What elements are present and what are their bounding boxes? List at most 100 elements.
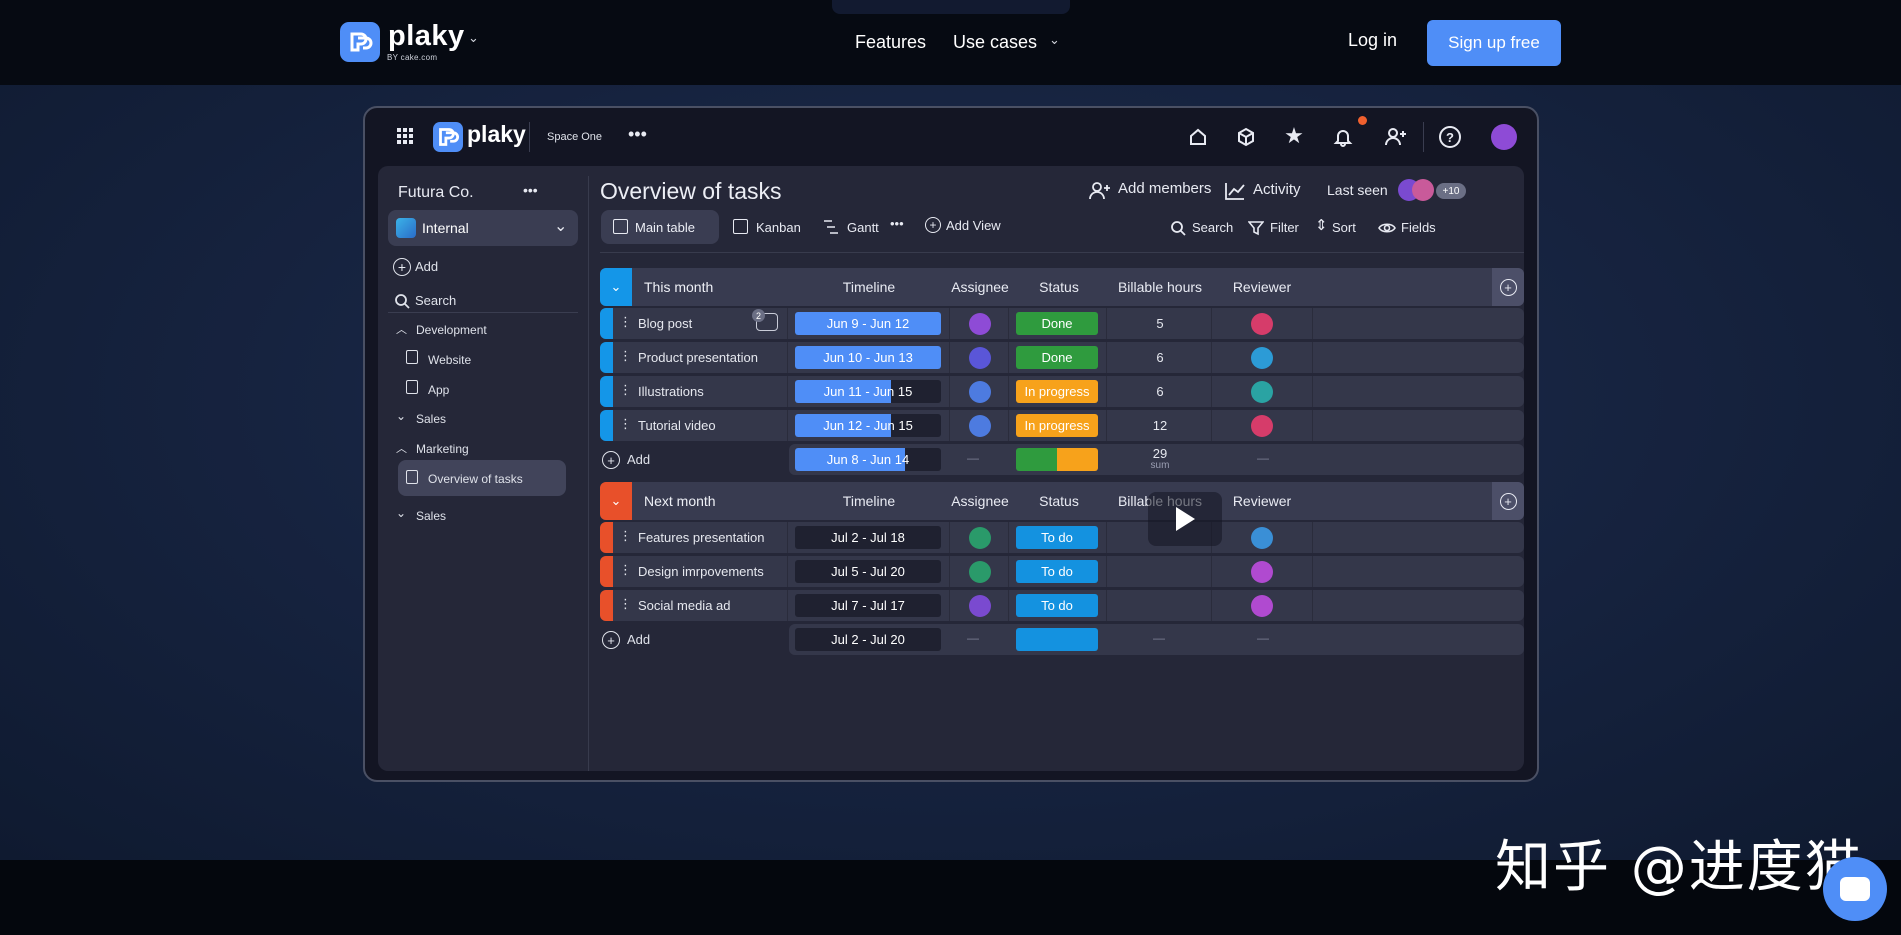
chevron-up-icon[interactable]: ︿ <box>396 440 407 456</box>
add-circle-icon[interactable]: + <box>925 217 941 233</box>
sort-icon[interactable]: ⇕ <box>1315 216 1328 234</box>
group-name[interactable]: This month <box>644 279 713 295</box>
add-view-button[interactable]: Add View <box>946 218 1001 233</box>
timeline-cell[interactable]: Jun 10 - Jun 13 <box>795 346 941 369</box>
assignee-avatar[interactable] <box>969 527 991 549</box>
table-row[interactable]: ⋮ Illustrations Jun 11 - Jun 15 In progress… <box>600 376 1524 407</box>
chevron-down-icon[interactable]: ⌄ <box>600 482 632 520</box>
brand-wordmark[interactable]: plaky <box>388 20 465 53</box>
reviewer-avatar[interactable] <box>1251 347 1273 369</box>
table-row[interactable]: ⋮ Features presentation Jul 2 - Jul 18 To d… <box>600 522 1524 553</box>
billable-hours-value[interactable]: 6 <box>1108 350 1212 365</box>
chevron-down-icon[interactable]: ⌄ <box>396 506 406 520</box>
nav-use-cases-link[interactable]: Use cases <box>953 32 1037 53</box>
space-name[interactable]: Space One <box>547 131 602 143</box>
timeline-cell[interactable]: Jun 11 - Jun 15 <box>795 380 941 403</box>
assignee-avatar[interactable] <box>969 313 991 335</box>
add-circle-icon[interactable]: + <box>602 631 620 649</box>
login-link[interactable]: Log in <box>1348 30 1397 51</box>
assignee-avatar[interactable] <box>969 595 991 617</box>
sidebar-search[interactable]: Search <box>415 293 456 308</box>
task-name[interactable]: Illustrations <box>638 384 704 399</box>
column-header-assignee[interactable]: Assignee <box>950 493 1010 509</box>
app-logo-icon[interactable] <box>433 122 463 152</box>
plaky-logo-icon[interactable] <box>340 22 380 62</box>
chevron-down-icon[interactable]: ⌄ <box>1049 32 1060 48</box>
chevron-down-icon[interactable]: ⌄ <box>600 268 632 306</box>
column-header-timeline[interactable]: Timeline <box>788 279 950 295</box>
add-column-button[interactable]: + <box>1492 268 1524 306</box>
star-icon[interactable]: ★ <box>1283 123 1305 148</box>
chevron-down-icon[interactable]: ⌄ <box>468 30 479 46</box>
search-icon[interactable] <box>393 292 411 310</box>
assignee-avatar[interactable] <box>969 561 991 583</box>
column-header-timeline[interactable]: Timeline <box>788 493 950 509</box>
apps-grid-icon[interactable] <box>395 126 415 146</box>
search-button[interactable]: Search <box>1192 220 1233 235</box>
status-badge[interactable]: Done <box>1016 312 1098 335</box>
timeline-cell[interactable]: Jul 7 - Jul 17 <box>795 594 941 617</box>
task-name[interactable]: Product presentation <box>638 350 758 365</box>
assignee-avatar[interactable] <box>969 381 991 403</box>
workspace-more-icon[interactable]: ••• <box>523 182 538 198</box>
filter-icon[interactable] <box>1247 219 1265 237</box>
sidebar-item-sales[interactable]: Sales <box>416 412 446 426</box>
status-badge[interactable]: To do <box>1016 594 1098 617</box>
assignee-avatar[interactable] <box>969 415 991 437</box>
table-row[interactable]: ⋮ Design imrpovements Jul 5 - Jul 20 To do <box>600 556 1524 587</box>
column-header-status[interactable]: Status <box>1010 493 1108 509</box>
task-name[interactable]: Features presentation <box>638 530 764 545</box>
eye-icon[interactable] <box>1378 219 1396 237</box>
timeline-cell[interactable]: Jun 9 - Jun 12 <box>795 312 941 335</box>
drag-handle-icon[interactable]: ⋮ <box>619 596 632 612</box>
timeline-cell[interactable]: Jun 12 - Jun 15 <box>795 414 941 437</box>
fields-button[interactable]: Fields <box>1401 220 1436 235</box>
more-members-badge[interactable]: +10 <box>1436 183 1466 199</box>
status-badge[interactable]: In progress <box>1016 380 1098 403</box>
more-icon[interactable]: ••• <box>890 216 904 231</box>
add-task-button[interactable]: Add <box>627 632 650 647</box>
chat-button[interactable] <box>1823 857 1887 921</box>
activity-chart-icon[interactable] <box>1223 180 1247 202</box>
sidebar-item-overview-of-tasks[interactable]: Overview of tasks <box>398 460 566 496</box>
task-name[interactable]: Blog post <box>638 316 692 331</box>
table-row[interactable]: ⋮ Social media ad Jul 7 - Jul 17 To do <box>600 590 1524 621</box>
reviewer-avatar[interactable] <box>1251 313 1273 335</box>
help-icon[interactable]: ? <box>1439 126 1461 148</box>
chevron-down-icon[interactable]: ⌄ <box>396 409 406 423</box>
reviewer-avatar[interactable] <box>1251 561 1273 583</box>
drag-handle-icon[interactable]: ⋮ <box>619 416 632 432</box>
add-column-button[interactable]: + <box>1492 482 1524 520</box>
drag-handle-icon[interactable]: ⋮ <box>619 382 632 398</box>
bell-icon[interactable] <box>1332 126 1354 148</box>
timeline-cell[interactable]: Jul 5 - Jul 20 <box>795 560 941 583</box>
add-user-icon[interactable] <box>1088 180 1112 202</box>
workspace-name[interactable]: Futura Co. <box>398 184 474 202</box>
status-badge[interactable]: Done <box>1016 346 1098 369</box>
activity-button[interactable]: Activity <box>1253 181 1301 198</box>
add-members-button[interactable]: Add members <box>1118 180 1211 197</box>
avatar[interactable] <box>1412 179 1434 201</box>
workspace-dropdown[interactable]: Internal ⌄ <box>388 210 578 246</box>
more-icon[interactable]: ••• <box>628 124 647 145</box>
task-name[interactable]: Design imrpovements <box>638 564 764 579</box>
gantt-icon[interactable] <box>822 218 840 236</box>
column-header-reviewer[interactable]: Reviewer <box>1212 493 1312 509</box>
drag-handle-icon[interactable]: ⋮ <box>619 314 632 330</box>
search-icon[interactable] <box>1169 219 1187 237</box>
tab-main-table[interactable]: Main table <box>601 210 719 244</box>
add-circle-icon[interactable]: + <box>602 451 620 469</box>
table-row[interactable]: ⋮ Product presentation Jun 10 - Jun 13 Done… <box>600 342 1524 373</box>
add-task-button[interactable]: Add <box>627 452 650 467</box>
task-name[interactable]: Social media ad <box>638 598 731 613</box>
group-name[interactable]: Next month <box>644 493 716 509</box>
column-header-reviewer[interactable]: Reviewer <box>1212 279 1312 295</box>
status-badge[interactable]: To do <box>1016 526 1098 549</box>
table-row[interactable]: ⋮ Tutorial video Jun 12 - Jun 15 In progres… <box>600 410 1524 441</box>
reviewer-avatar[interactable] <box>1251 415 1273 437</box>
tab-gantt[interactable]: Gantt <box>847 220 879 235</box>
column-header-billable-hours[interactable]: Billable hours <box>1108 279 1212 295</box>
column-header-assignee[interactable]: Assignee <box>950 279 1010 295</box>
user-avatar[interactable] <box>1491 124 1517 150</box>
chevron-up-icon[interactable]: ︿ <box>396 321 407 337</box>
